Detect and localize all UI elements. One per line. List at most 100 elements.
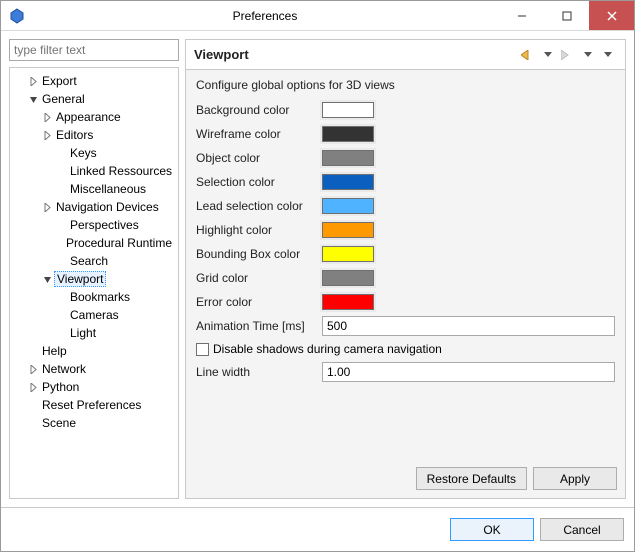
cancel-button[interactable]: Cancel <box>540 518 624 541</box>
color-row: Object color <box>196 146 615 170</box>
anim-time-input[interactable] <box>322 316 615 336</box>
anim-time-row: Animation Time [ms] <box>196 314 615 338</box>
tree-item[interactable]: Export <box>10 72 178 90</box>
tree-item[interactable]: Keys <box>10 144 178 162</box>
preference-tree[interactable]: Export General Appearance Editors Keys Linked… <box>9 67 179 499</box>
tree-item-label: General <box>40 92 87 106</box>
line-width-row: Line width <box>196 360 615 384</box>
disable-shadows-row[interactable]: Disable shadows during camera navigation <box>196 338 615 360</box>
anim-time-label: Animation Time [ms] <box>196 319 322 333</box>
page-footer: Restore Defaults Apply <box>186 459 625 498</box>
window-title: Preferences <box>31 9 499 23</box>
tree-item-label: Appearance <box>54 110 123 124</box>
left-column: Export General Appearance Editors Keys Linked… <box>9 39 179 499</box>
chevron-right-icon[interactable] <box>40 113 54 122</box>
tree-item-label: Keys <box>68 146 99 160</box>
app-icon <box>9 8 25 24</box>
color-row: Highlight color <box>196 218 615 242</box>
tree-item[interactable]: Help <box>10 342 178 360</box>
tree-item[interactable]: Editors <box>10 126 178 144</box>
nav-back-icon[interactable] <box>519 46 537 64</box>
tree-item[interactable]: Navigation Devices <box>10 198 178 216</box>
color-row: Background color <box>196 98 615 122</box>
color-swatch[interactable] <box>322 222 374 238</box>
color-swatch[interactable] <box>322 174 374 190</box>
tree-item-label: Reset Preferences <box>40 398 143 412</box>
color-label: Highlight color <box>196 223 322 237</box>
tree-item[interactable]: Scene <box>10 414 178 432</box>
tree-item[interactable]: Reset Preferences <box>10 396 178 414</box>
tree-item[interactable]: Procedural Runtime <box>10 234 178 252</box>
tree-item-label: Light <box>68 326 98 340</box>
tree-item[interactable]: Appearance <box>10 108 178 126</box>
line-width-label: Line width <box>196 365 322 379</box>
color-label: Background color <box>196 103 322 117</box>
filter-input[interactable] <box>9 39 179 61</box>
tree-item-label: Export <box>40 74 79 88</box>
nav-back-menu-icon[interactable] <box>539 46 557 64</box>
color-swatch[interactable] <box>322 294 374 310</box>
tree-item-label: Editors <box>54 128 95 142</box>
color-swatch[interactable] <box>322 246 374 262</box>
close-button[interactable] <box>589 1 634 30</box>
chevron-right-icon[interactable] <box>40 131 54 140</box>
tree-item-label: Python <box>40 380 81 394</box>
chevron-right-icon[interactable] <box>26 365 40 374</box>
chevron-right-icon[interactable] <box>40 203 54 212</box>
color-row: Grid color <box>196 266 615 290</box>
tree-item[interactable]: Search <box>10 252 178 270</box>
tree-item-label: Miscellaneous <box>68 182 148 196</box>
disable-shadows-checkbox[interactable] <box>196 343 209 356</box>
tree-item[interactable]: Python <box>10 378 178 396</box>
page-menu-icon[interactable] <box>599 46 617 64</box>
color-row: Error color <box>196 290 615 314</box>
color-label: Bounding Box color <box>196 247 322 261</box>
chevron-down-icon[interactable] <box>40 275 54 284</box>
tree-item[interactable]: Perspectives <box>10 216 178 234</box>
tree-item-label: Linked Ressources <box>68 164 174 178</box>
page-title: Viewport <box>194 47 517 62</box>
tree-item[interactable]: Miscellaneous <box>10 180 178 198</box>
color-label: Selection color <box>196 175 322 189</box>
dialog-footer: OK Cancel <box>1 507 634 551</box>
chevron-right-icon[interactable] <box>26 383 40 392</box>
color-swatch[interactable] <box>322 198 374 214</box>
tree-item[interactable]: Light <box>10 324 178 342</box>
disable-shadows-label: Disable shadows during camera navigation <box>213 342 442 356</box>
line-width-input[interactable] <box>322 362 615 382</box>
tree-item[interactable]: General <box>10 90 178 108</box>
apply-button[interactable]: Apply <box>533 467 617 490</box>
tree-item[interactable]: Linked Ressources <box>10 162 178 180</box>
tree-item-label: Navigation Devices <box>54 200 161 214</box>
restore-defaults-button[interactable]: Restore Defaults <box>416 467 527 490</box>
maximize-button[interactable] <box>544 1 589 30</box>
tree-item[interactable]: Viewport <box>10 270 178 288</box>
page-body: Configure global options for 3D views Ba… <box>186 70 625 459</box>
chevron-down-icon[interactable] <box>26 95 40 104</box>
color-label: Object color <box>196 151 322 165</box>
tree-item[interactable]: Cameras <box>10 306 178 324</box>
nav-fwd-icon[interactable] <box>559 46 577 64</box>
preferences-window: Preferences Export General Appearance Edito… <box>0 0 635 552</box>
ok-button[interactable]: OK <box>450 518 534 541</box>
color-label: Error color <box>196 295 322 309</box>
tree-item-label: Procedural Runtime <box>64 236 174 250</box>
tree-item-label: Bookmarks <box>68 290 132 304</box>
color-swatch[interactable] <box>322 102 374 118</box>
tree-item-label: Search <box>68 254 110 268</box>
chevron-right-icon[interactable] <box>26 77 40 86</box>
tree-item-label: Help <box>40 344 69 358</box>
dialog-body: Export General Appearance Editors Keys Linked… <box>1 31 634 507</box>
color-swatch[interactable] <box>322 150 374 166</box>
minimize-button[interactable] <box>499 1 544 30</box>
color-row: Bounding Box color <box>196 242 615 266</box>
page-description: Configure global options for 3D views <box>196 78 615 92</box>
tree-item[interactable]: Bookmarks <box>10 288 178 306</box>
nav-fwd-menu-icon[interactable] <box>579 46 597 64</box>
tree-item[interactable]: Network <box>10 360 178 378</box>
color-swatch[interactable] <box>322 126 374 142</box>
color-swatch[interactable] <box>322 270 374 286</box>
color-row: Selection color <box>196 170 615 194</box>
color-label: Wireframe color <box>196 127 322 141</box>
page-header: Viewport <box>186 40 625 70</box>
